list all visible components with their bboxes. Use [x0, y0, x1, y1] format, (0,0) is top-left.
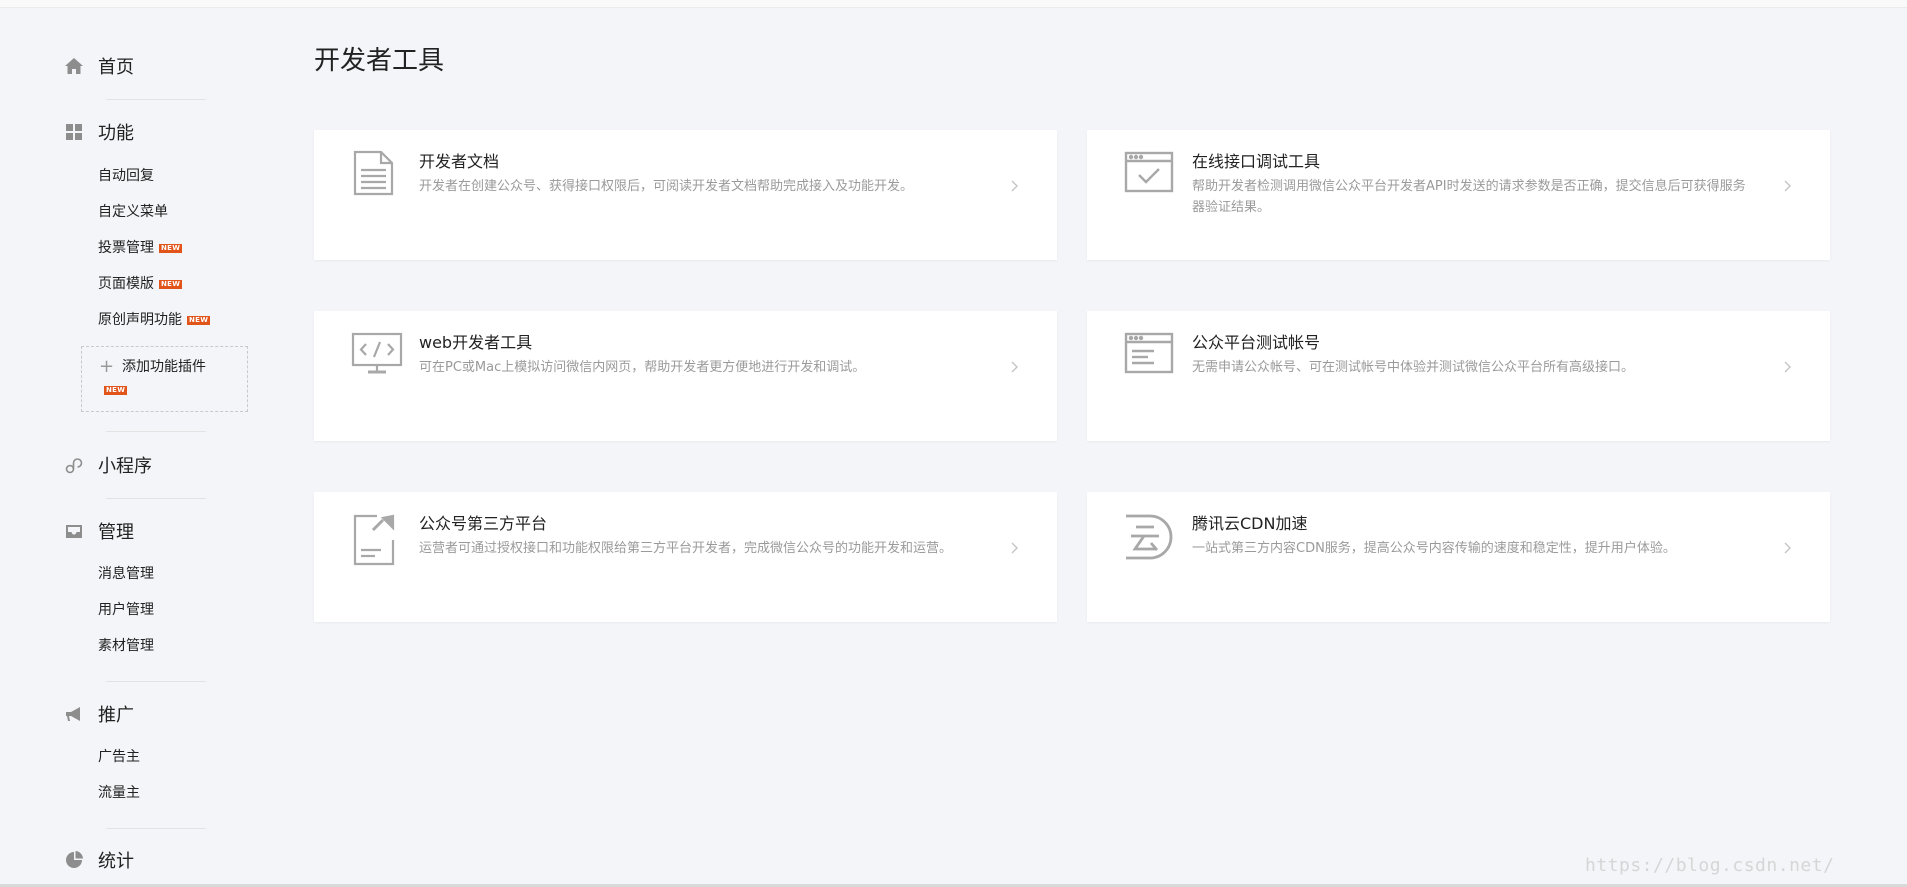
page-title: 开发者工具: [314, 46, 445, 76]
card-description: 开发者在创建公众号、获得接口权限后，可阅读开发者文档帮助完成接入及功能开发。: [419, 179, 914, 194]
window-check-icon: [1124, 150, 1174, 196]
link-icon: [64, 455, 84, 475]
card-description: 帮助开发者检测调用微信公众平台开发者API时发送的请求参数是否正确，提交信息后可…: [1192, 179, 1746, 215]
sidebar-item-home[interactable]: 首页: [64, 51, 134, 81]
sidebar-divider: [106, 498, 206, 499]
sidebar-item-custom-menu[interactable]: 自定义菜单: [98, 202, 168, 222]
sidebar-item-label: 原创声明功能: [98, 312, 182, 328]
sidebar-item-advertiser[interactable]: 广告主: [98, 747, 140, 767]
add-plugin-button[interactable]: + 添加功能插件 NEW: [81, 346, 248, 412]
sidebar-item-auto-reply[interactable]: 自动回复: [98, 166, 154, 186]
card-description: 无需申请公众帐号、可在测试帐号中体验并测试微信公众平台所有高级接口。: [1192, 360, 1635, 375]
sidebar-nav: 首页 功能 自动回复 自定义菜单 投票管理 NEW 页面模版 NEW 原创声明功…: [0, 8, 270, 884]
card-description: 运营者可通过授权接口和功能权限给第三方平台开发者，完成微信公众号的功能开发和运营…: [419, 541, 953, 556]
new-badge: NEW: [104, 386, 128, 395]
card-web-devtools[interactable]: web开发者工具 可在PC或Mac上模拟访问微信内网页，帮助开发者更方便地进行开…: [314, 311, 1057, 441]
sidebar-item-label: 流量主: [98, 785, 140, 801]
sidebar-item-label: 自动回复: [98, 168, 154, 184]
sidebar-item-original-declaration[interactable]: 原创声明功能 NEW: [98, 310, 211, 330]
card-api-debug-tool[interactable]: 在线接口调试工具 帮助开发者检测调用微信公众平台开发者API时发送的请求参数是否…: [1087, 130, 1830, 260]
card-third-party-platform[interactable]: 公众号第三方平台 运营者可通过授权接口和功能权限给第三方平台开发者，完成微信公众…: [314, 492, 1057, 622]
sidebar-divider: [106, 431, 206, 432]
sidebar-section-manage[interactable]: 管理: [64, 516, 134, 546]
sidebar-section-label: 管理: [98, 522, 134, 543]
sidebar-section-label: 推广: [98, 705, 134, 726]
add-plugin-label: 添加功能插件: [122, 359, 206, 375]
chevron-right-icon: [1007, 359, 1021, 373]
card-title: 在线接口调试工具: [1192, 152, 1321, 171]
sidebar-item-miniprogram[interactable]: 小程序: [64, 450, 152, 480]
sidebar-item-publisher[interactable]: 流量主: [98, 783, 140, 803]
sidebar-item-label: 页面模版: [98, 276, 154, 292]
sidebar-item-materials[interactable]: 素材管理: [98, 636, 154, 656]
sidebar-item-label: 广告主: [98, 749, 140, 765]
sidebar-item-label: 首页: [98, 57, 134, 78]
grid-icon: [64, 122, 84, 142]
sidebar-item-page-template[interactable]: 页面模版 NEW: [98, 274, 183, 294]
sidebar-item-label: 自定义菜单: [98, 204, 168, 220]
card-test-account[interactable]: 公众平台测试帐号 无需申请公众帐号、可在测试帐号中体验并测试微信公众平台所有高级…: [1087, 311, 1830, 441]
card-description: 可在PC或Mac上模拟访问微信内网页，帮助开发者更方便地进行开发和调试。: [419, 360, 866, 375]
card-description: 一站式第三方内容CDN服务，提高公众号内容传输的速度和稳定性，提升用户体验。: [1192, 541, 1676, 556]
pie-chart-icon: [64, 850, 84, 870]
chevron-right-icon: [1007, 540, 1021, 554]
new-badge: NEW: [159, 243, 183, 253]
sidebar-item-stats[interactable]: 统计: [64, 845, 134, 875]
card-title: 公众号第三方平台: [419, 514, 548, 533]
sidebar-item-label: 投票管理: [98, 240, 154, 256]
sidebar-section-label: 功能: [98, 123, 134, 144]
sidebar-section-features[interactable]: 功能: [64, 117, 134, 147]
chevron-right-icon: [1780, 540, 1794, 554]
document-share-icon: [351, 512, 397, 566]
card-tencent-cdn[interactable]: 腾讯云CDN加速 一站式第三方内容CDN服务，提高公众号内容传输的速度和稳定性，…: [1087, 492, 1830, 622]
sidebar-item-label: 统计: [98, 851, 134, 872]
sidebar-item-label: 小程序: [98, 456, 152, 477]
new-badge: NEW: [187, 315, 211, 325]
card-title: web开发者工具: [419, 333, 533, 352]
card-title: 开发者文档: [419, 152, 500, 171]
sidebar-divider: [106, 681, 206, 682]
home-icon: [64, 56, 84, 76]
sidebar-item-label: 消息管理: [98, 566, 154, 582]
window-list-icon: [1124, 331, 1174, 377]
card-title: 公众平台测试帐号: [1192, 333, 1321, 352]
cloud-icon: [1124, 512, 1173, 560]
document-icon: [351, 150, 397, 196]
plus-icon: +: [99, 356, 115, 377]
sidebar-item-vote[interactable]: 投票管理 NEW: [98, 238, 183, 258]
top-border: [0, 0, 1907, 8]
chevron-right-icon: [1780, 359, 1794, 373]
sidebar-divider: [106, 828, 206, 829]
sidebar-item-label: 用户管理: [98, 602, 154, 618]
megaphone-icon: [64, 704, 84, 724]
chevron-right-icon: [1780, 178, 1794, 192]
sidebar-divider: [106, 99, 206, 100]
sidebar-item-label: 素材管理: [98, 638, 154, 654]
inbox-icon: [64, 521, 84, 541]
sidebar-item-users[interactable]: 用户管理: [98, 600, 154, 620]
chevron-right-icon: [1007, 178, 1021, 192]
sidebar-section-promote[interactable]: 推广: [64, 699, 134, 729]
sidebar-item-messages[interactable]: 消息管理: [98, 564, 154, 584]
card-developer-docs[interactable]: 开发者文档 开发者在创建公众号、获得接口权限后，可阅读开发者文档帮助完成接入及功…: [314, 130, 1057, 260]
monitor-code-icon: [351, 331, 403, 377]
new-badge: NEW: [159, 279, 183, 289]
watermark: https://blog.csdn.net/: [1585, 855, 1835, 876]
card-title: 腾讯云CDN加速: [1192, 514, 1308, 533]
